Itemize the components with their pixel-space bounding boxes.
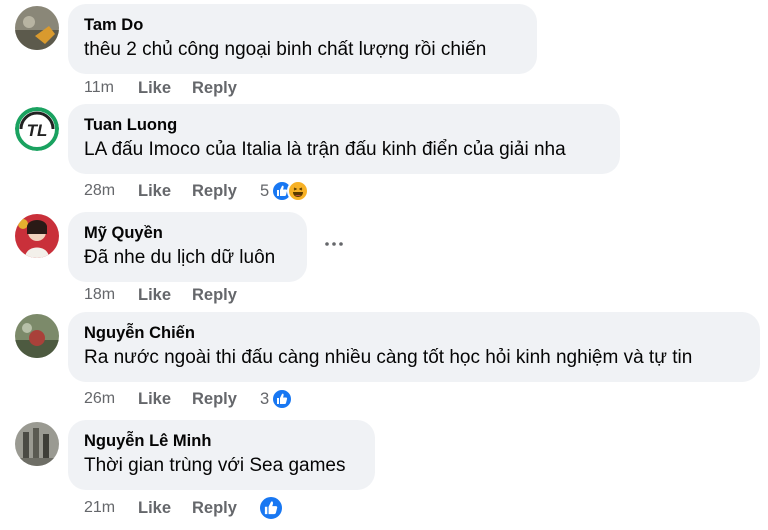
- like-reaction-icon[interactable]: [271, 388, 294, 410]
- comment-timestamp[interactable]: 18m: [84, 286, 138, 304]
- comment-actions: 26m Like Reply 3: [84, 387, 294, 411]
- reaction-count[interactable]: 5: [260, 182, 269, 201]
- reaction-count[interactable]: 3: [260, 390, 269, 409]
- comment-bubble: Mỹ Quyền Đã nhe du lịch dữ luôn: [68, 212, 307, 282]
- like-button[interactable]: Like: [138, 499, 192, 518]
- comment-bubble: Tam Do thêu 2 chủ công ngoại binh chất l…: [68, 4, 537, 74]
- more-options-button[interactable]: [322, 232, 346, 256]
- comment-timestamp[interactable]: 28m: [84, 182, 138, 200]
- avatar-logo-text: TL: [27, 121, 48, 140]
- avatar[interactable]: [15, 214, 59, 258]
- avatar[interactable]: [15, 314, 59, 358]
- comment-author[interactable]: Tuan Luong: [84, 115, 604, 135]
- comment-text: LA đấu Imoco của Italia là trận đấu kinh…: [84, 139, 566, 160]
- comment-author[interactable]: Nguyễn Lê Minh: [84, 431, 359, 451]
- comment-text: Thời gian trùng với Sea games: [84, 455, 346, 476]
- reply-button[interactable]: Reply: [192, 79, 252, 98]
- comment-actions: 11m Like Reply: [84, 76, 252, 100]
- comment-timestamp[interactable]: 26m: [84, 390, 138, 408]
- comment-bubble: Nguyễn Chiến Ra nước ngoài thi đấu càng …: [68, 312, 760, 382]
- like-button[interactable]: Like: [138, 182, 192, 201]
- avatar[interactable]: TL: [15, 107, 59, 151]
- comment-timestamp[interactable]: 11m: [84, 79, 138, 97]
- comment-actions: 21m Like Reply: [84, 495, 284, 521]
- comment-bubble: Nguyễn Lê Minh Thời gian trùng với Sea g…: [68, 420, 375, 490]
- comment-text: thêu 2 chủ công ngoại binh chất lượng rồ…: [84, 39, 487, 60]
- like-button[interactable]: Like: [138, 286, 192, 305]
- avatar[interactable]: [15, 422, 59, 466]
- reply-button[interactable]: Reply: [192, 390, 246, 409]
- reply-button[interactable]: Reply: [192, 499, 258, 518]
- comment-author[interactable]: Tam Do: [84, 15, 521, 35]
- like-reaction-icon[interactable]: [258, 495, 284, 521]
- comment-bubble: Tuan Luong LA đấu Imoco của Italia là tr…: [68, 104, 620, 174]
- reply-button[interactable]: Reply: [192, 182, 246, 201]
- comment-actions: 28m Like Reply 5: [84, 179, 310, 203]
- more-horizontal-icon: [325, 242, 343, 246]
- comment-text: Ra nước ngoài thi đấu càng nhiều càng tố…: [84, 347, 693, 368]
- like-button[interactable]: Like: [138, 390, 192, 409]
- haha-reaction-icon[interactable]: [287, 180, 310, 202]
- comment-author[interactable]: Nguyễn Chiến: [84, 323, 744, 343]
- avatar[interactable]: [15, 6, 59, 50]
- comment-timestamp[interactable]: 21m: [84, 499, 138, 517]
- reply-button[interactable]: Reply: [192, 286, 252, 305]
- comment-actions: 18m Like Reply: [84, 283, 252, 307]
- comment-text: Đã nhe du lịch dữ luôn: [84, 247, 276, 268]
- like-button[interactable]: Like: [138, 79, 192, 98]
- comment-author[interactable]: Mỹ Quyền: [84, 223, 291, 243]
